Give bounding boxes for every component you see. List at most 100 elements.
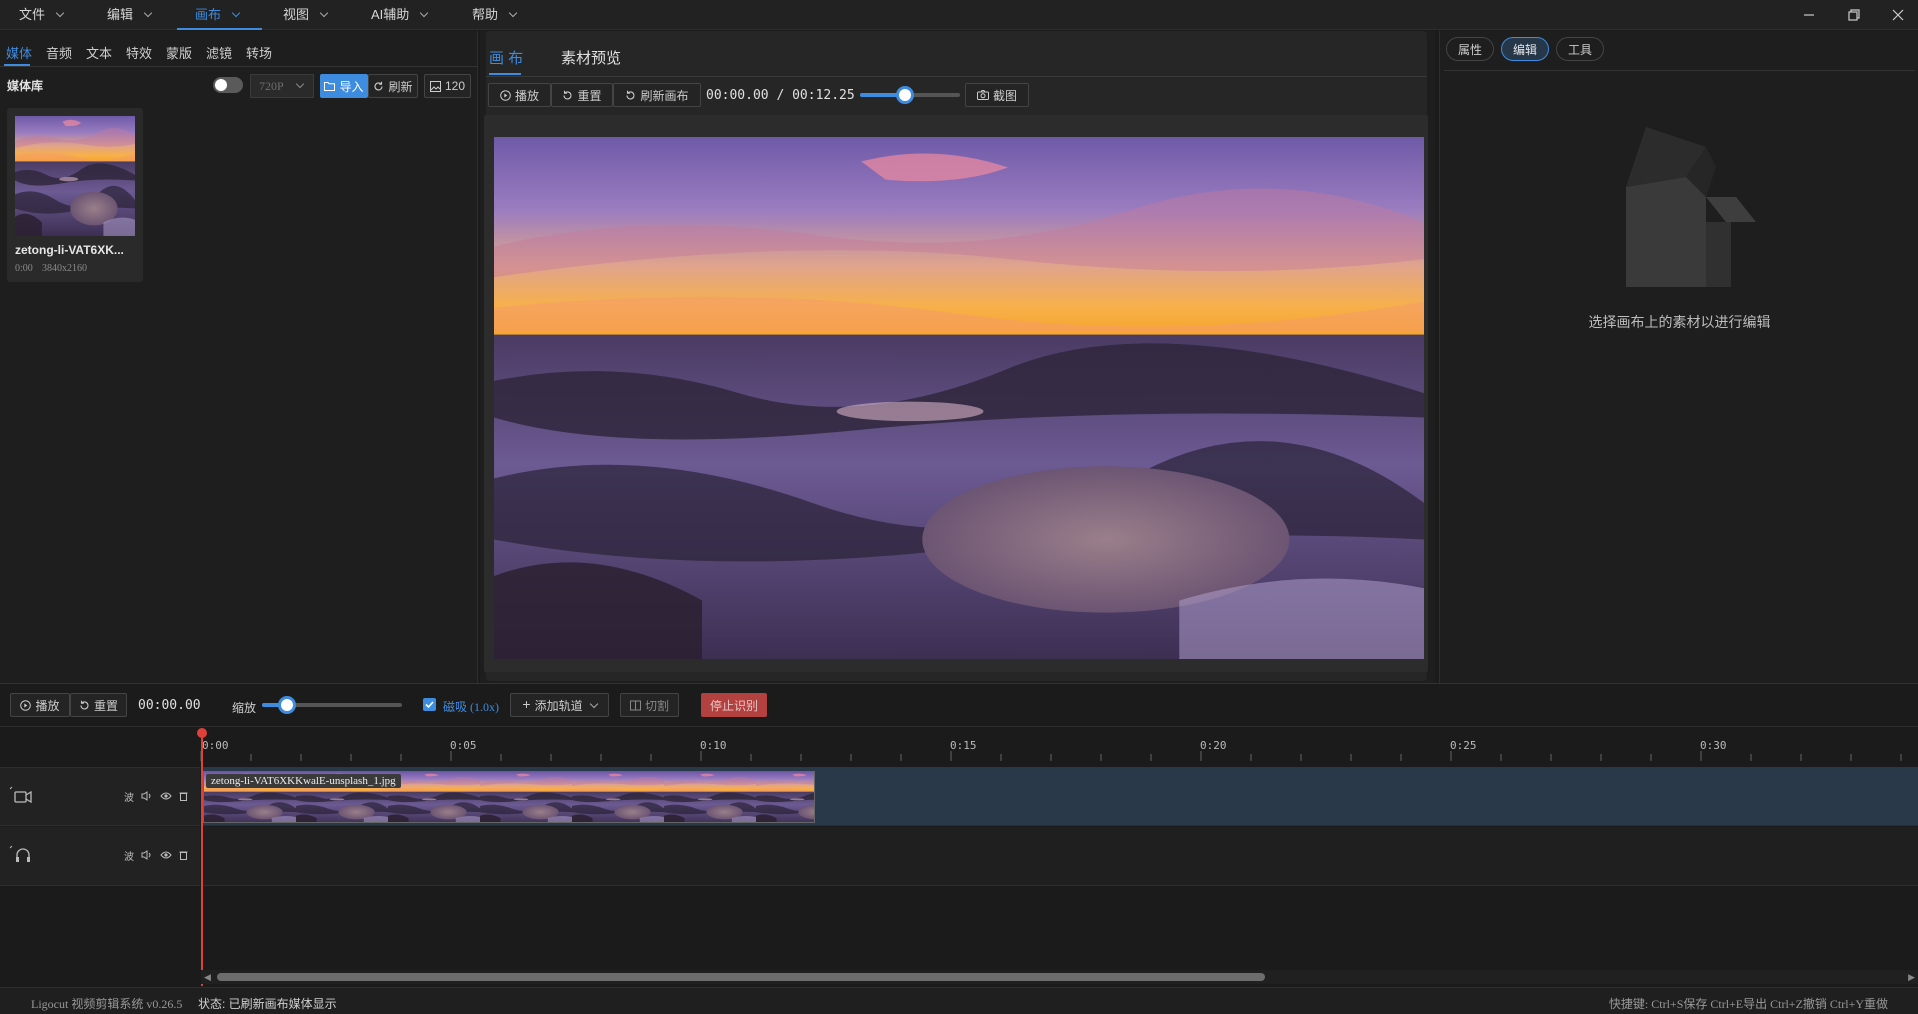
menu-canvas-label: 画布 <box>195 7 222 22</box>
wave-toggle[interactable]: 波 <box>124 789 134 804</box>
media-dimensions: 3840x2160 <box>42 263 87 274</box>
tab-tools[interactable]: 工具 <box>1556 37 1605 61</box>
eye-icon[interactable] <box>160 850 172 860</box>
menu-active-indicator <box>177 28 262 30</box>
tab-media[interactable]: 媒体 <box>6 43 32 62</box>
canvas-image[interactable] <box>494 137 1424 659</box>
play-circle-icon <box>20 699 32 711</box>
maximize-button[interactable] <box>1832 0 1876 30</box>
ruler-label-15: 0:15 <box>950 739 977 752</box>
video-clip[interactable]: zetong-li-VAT6XKKwalE-unsplash_1.jpg <box>203 771 815 823</box>
zoom-knob[interactable] <box>278 696 297 714</box>
add-track-label: 添加轨道 <box>534 698 583 713</box>
right-tab-divider <box>1444 70 1915 71</box>
screenshot-label: 截图 <box>992 88 1017 103</box>
playhead[interactable] <box>201 730 203 986</box>
thumbnail-count: 120 <box>444 79 466 93</box>
auto-toggle[interactable] <box>213 77 243 93</box>
minimize-button[interactable] <box>1787 0 1831 30</box>
delete-icon[interactable] <box>179 850 188 860</box>
stop-recognition-label: 停止识别 <box>709 698 758 713</box>
timeline-panel: 播放 重置 00:00.00 缩放 磁吸 (1.0x) + 添加轨道 切割 停止… <box>0 683 1918 986</box>
ruler-label-30: 0:30 <box>1700 739 1727 752</box>
stop-recognition-button[interactable]: 停止识别 <box>701 693 767 717</box>
chevron-down-icon <box>231 8 241 18</box>
preview-play-button[interactable]: 播放 <box>488 83 551 107</box>
volume-icon[interactable] <box>141 791 152 801</box>
tab-canvas-indicator <box>489 73 521 75</box>
media-card[interactable]: zetong-li-VAT6XK... 0:00 3840x2160 <box>7 108 143 282</box>
play-circle-icon <box>500 89 511 101</box>
tab-canvas[interactable]: 画 布 <box>489 47 523 68</box>
chevron-down-icon <box>319 8 329 18</box>
cut-button[interactable]: 切割 <box>620 693 679 717</box>
ruler-label-25: 0:25 <box>1450 739 1477 752</box>
tab-filters[interactable]: 滤镜 <box>206 43 232 62</box>
tab-mask[interactable]: 蒙版 <box>166 43 192 62</box>
preview-time: 00:00.00 / 00:12.25 <box>706 88 855 103</box>
chevron-down-icon <box>295 79 305 89</box>
tab-properties[interactable]: 属性 <box>1446 37 1495 61</box>
timeline-reset-button[interactable]: 重置 <box>70 693 127 717</box>
clip-frame <box>480 772 572 822</box>
audio-track-header: 波 <box>0 827 200 886</box>
playhead-handle[interactable] <box>197 728 207 738</box>
tab-audio[interactable]: 音频 <box>46 43 72 62</box>
scroll-right-icon[interactable]: ▶ <box>1908 972 1915 983</box>
empty-state-text: 选择画布上的素材以进行编辑 <box>1588 314 1771 330</box>
scroll-left-icon[interactable]: ◀ <box>204 972 211 983</box>
scrollbar-thumb[interactable] <box>217 973 1265 981</box>
refresh-button[interactable]: 刷新 <box>368 74 418 98</box>
menu-view-label: 视图 <box>283 7 310 22</box>
menu-edit[interactable]: 编辑 <box>107 0 153 30</box>
delete-icon[interactable] <box>179 791 188 801</box>
toolbar-divider <box>0 726 1918 727</box>
tab-transitions[interactable]: 转场 <box>246 43 272 62</box>
horizontal-scrollbar[interactable]: ◀ ▶ <box>201 970 1918 984</box>
add-track-button[interactable]: + 添加轨道 <box>510 693 609 717</box>
camera-icon <box>976 90 989 100</box>
clip-frame <box>664 772 756 822</box>
ruler-label-20: 0:20 <box>1200 739 1227 752</box>
chevron-down-icon <box>589 699 598 708</box>
reset-icon <box>563 90 572 99</box>
menu-view[interactable]: 视图 <box>283 0 329 30</box>
menu-ai[interactable]: AI辅助 <box>371 0 429 30</box>
refresh-canvas-button[interactable]: 刷新画布 <box>613 83 701 107</box>
app-version: Ligocut 视频剪辑系统 v0.26.5 <box>31 997 183 1011</box>
timeline-time: 00:00.00 <box>138 698 201 713</box>
status-bar: Ligocut 视频剪辑系统 v0.26.5 状态: 已刷新画布媒体显示 快捷键… <box>0 987 1918 1014</box>
plus-icon: + <box>522 696 531 712</box>
tab-material-preview[interactable]: 素材预览 <box>561 47 621 68</box>
menu-help[interactable]: 帮助 <box>472 0 518 30</box>
menu-file[interactable]: 文件 <box>19 0 65 30</box>
refresh-label: 刷新 <box>388 79 413 94</box>
media-thumbnail <box>15 116 135 236</box>
wave-toggle[interactable]: 波 <box>124 848 134 863</box>
menu-file-label: 文件 <box>19 7 46 22</box>
tab-edit[interactable]: 编辑 <box>1501 37 1550 61</box>
preview-reset-button[interactable]: 重置 <box>551 83 613 107</box>
menu-ai-label: AI辅助 <box>371 7 410 22</box>
media-duration: 0:00 <box>15 263 33 274</box>
tab-text[interactable]: 文本 <box>86 43 112 62</box>
time-ruler[interactable]: 0:00 0:05 0:10 0:15 0:20 0:25 0:30 <box>200 739 1918 761</box>
tab-effects[interactable]: 特效 <box>126 43 152 62</box>
timeline-play-button[interactable]: 播放 <box>10 693 70 717</box>
resolution-select[interactable]: 720P <box>250 74 314 98</box>
refresh-canvas-label: 刷新画布 <box>640 88 689 103</box>
menu-edit-label: 编辑 <box>107 7 134 22</box>
media-library-title: 媒体库 <box>7 79 44 93</box>
eye-icon[interactable] <box>160 791 172 801</box>
import-button[interactable]: 导入 <box>320 74 368 98</box>
ruler-label-0: 0:00 <box>202 739 229 752</box>
screenshot-button[interactable]: 截图 <box>965 83 1029 107</box>
volume-icon[interactable] <box>141 850 152 860</box>
menu-canvas[interactable]: 画布 <box>195 0 241 30</box>
snap-checkbox[interactable] <box>423 698 436 711</box>
thumbnail-size-button[interactable]: 120 <box>424 74 471 98</box>
timeline-play-label: 播放 <box>35 698 60 713</box>
audio-track-lane[interactable] <box>201 827 1918 886</box>
close-button[interactable] <box>1876 0 1918 30</box>
preview-volume-knob[interactable] <box>896 86 914 104</box>
